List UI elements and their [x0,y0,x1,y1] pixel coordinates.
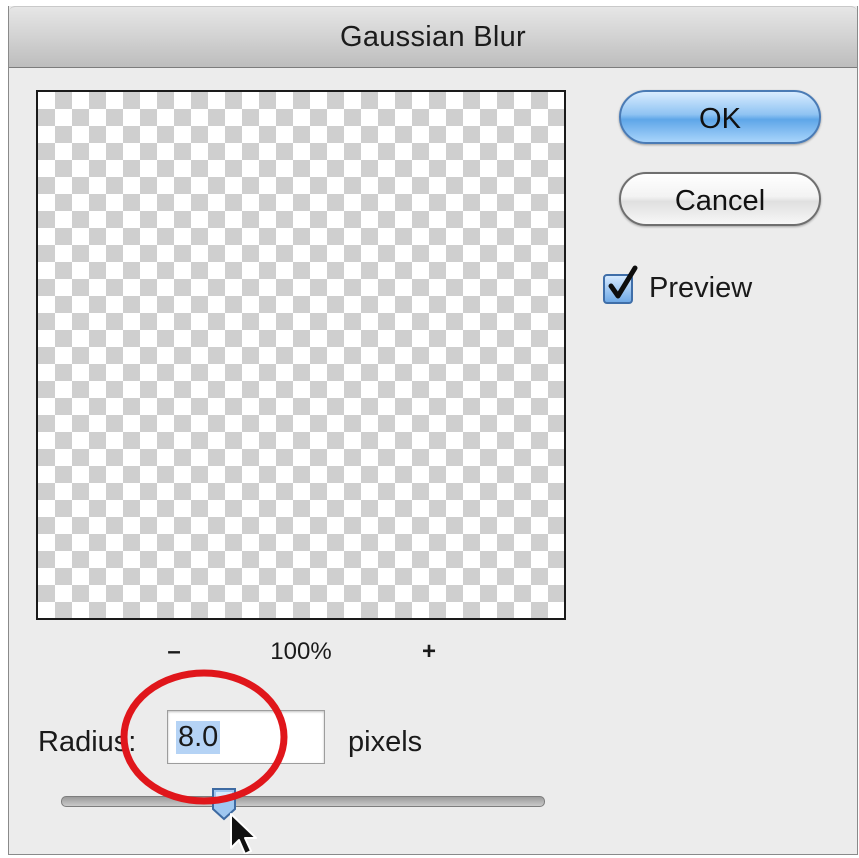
radius-unit-label: pixels [348,726,423,758]
zoom-out-button[interactable]: – [164,638,184,666]
checkmark-icon [608,265,638,299]
preview-label[interactable]: Preview [649,272,752,305]
preview-canvas[interactable] [36,90,566,620]
cancel-button[interactable]: Cancel [619,172,821,226]
zoom-in-button[interactable]: + [419,638,439,666]
title-bar[interactable]: Gaussian Blur [9,6,857,68]
ok-button[interactable]: OK [619,90,821,144]
radius-input[interactable]: 8.0 [167,710,325,764]
gaussian-blur-dialog: Gaussian Blur – 100% + Radius: 8.0 pixel… [8,6,858,855]
zoom-level: 100% [270,638,332,665]
radius-label: Radius: [38,726,137,758]
mouse-pointer-icon [230,813,257,854]
radius-slider-track[interactable] [61,796,545,807]
dialog-title: Gaussian Blur [339,21,527,53]
radius-value: 8.0 [176,721,221,754]
